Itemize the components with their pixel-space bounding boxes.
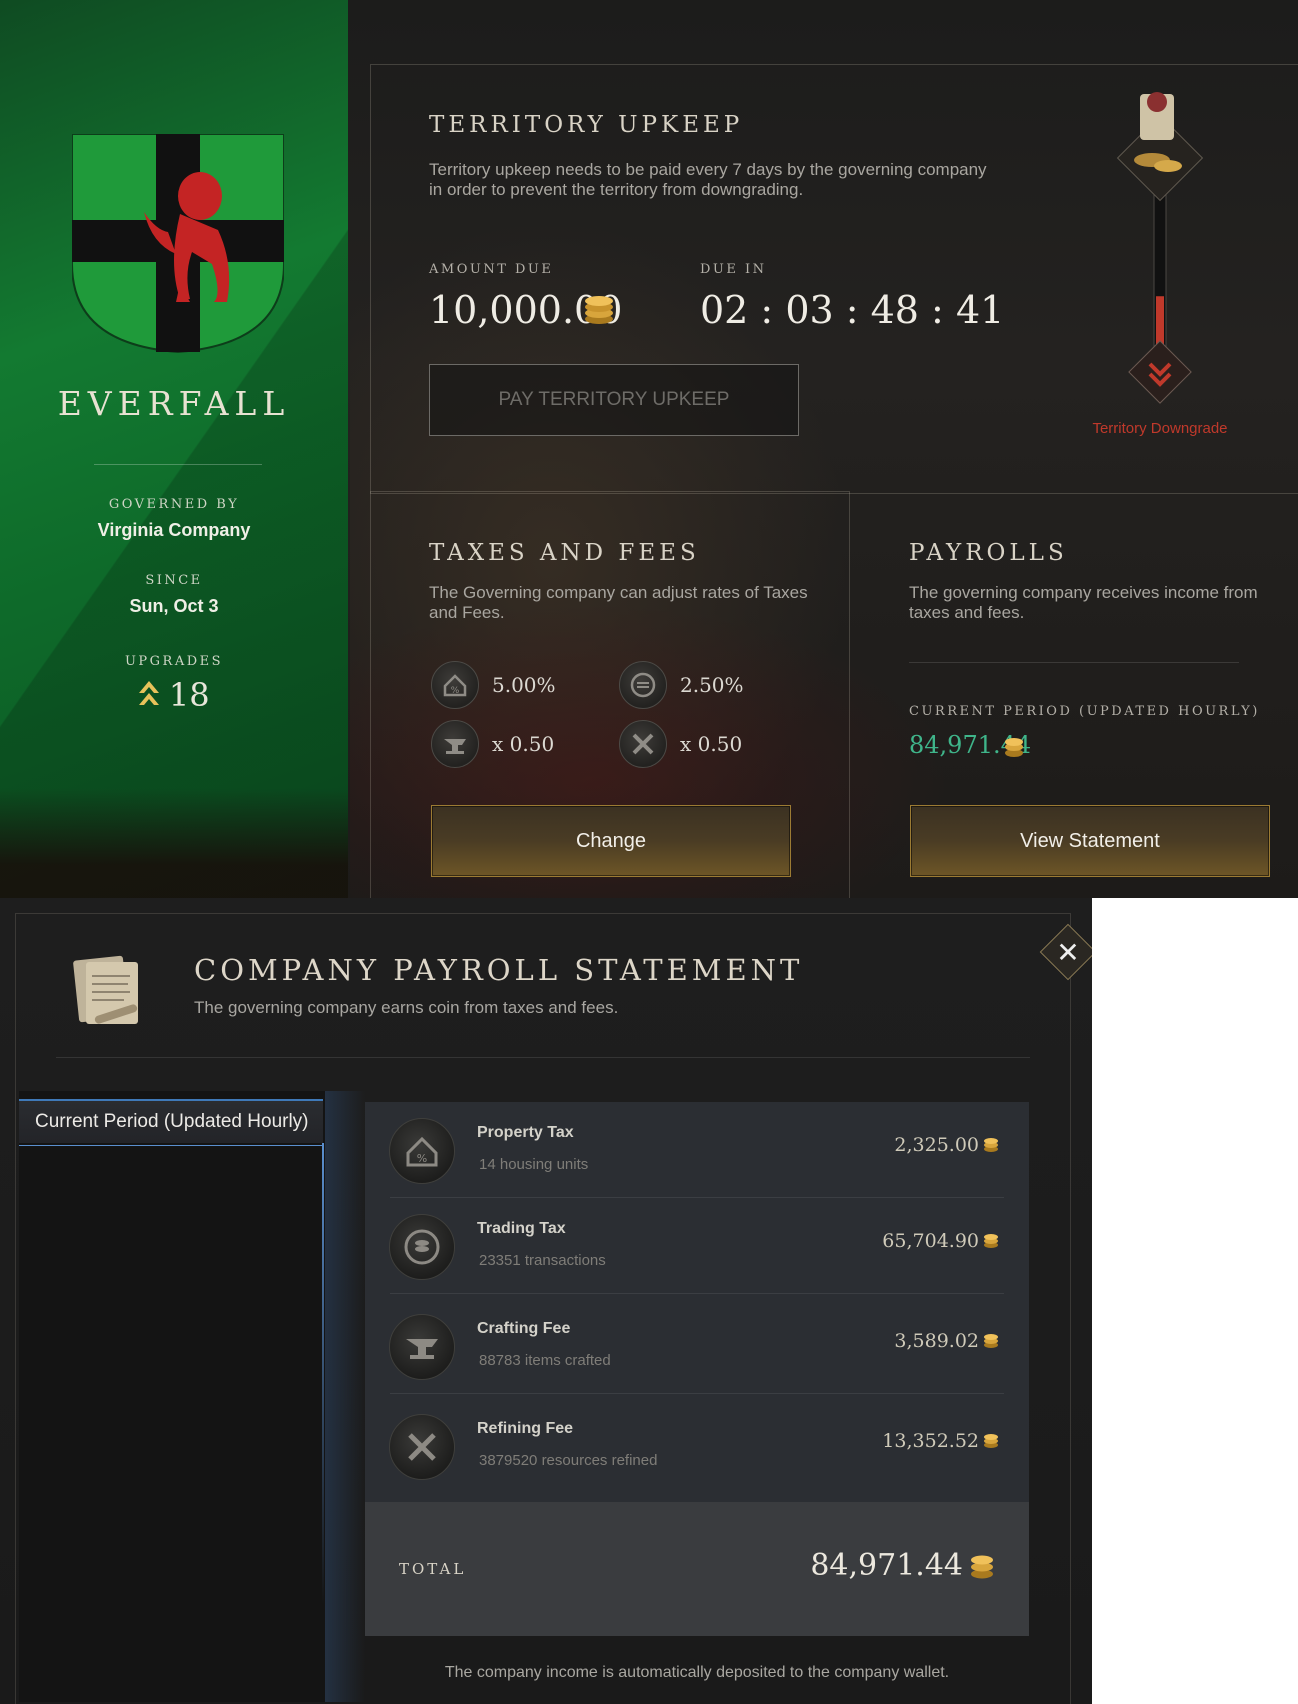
lion-crest-icon [72, 134, 284, 354]
since-date: Sun, Oct 3 [129, 596, 219, 616]
upkeep-title: TERRITORY UPKEEP [429, 112, 744, 138]
statement-title: COMPANY PAYROLL STATEMENT [194, 953, 804, 987]
upkeep-description: Territory upkeep needs to be paid every … [429, 160, 987, 199]
total-row: TOTAL 84,971.44 [365, 1502, 1029, 1636]
row-name: Trading Tax [477, 1220, 566, 1237]
due-in-label: DUE IN [700, 262, 767, 277]
banner-divider [94, 464, 262, 465]
list-item: Refining Fee 3879520 resources refined 1… [365, 1398, 1029, 1494]
payrolls-divider [909, 662, 1239, 663]
statement-subtitle: The governing company earns coin from ta… [194, 998, 619, 1017]
property-tax-icon: % [431, 661, 479, 709]
trading-tax-rate: 2.50% [680, 673, 744, 697]
crafting-fee-icon [431, 720, 479, 768]
list-item: Crafting Fee 88783 items crafted 3,589.0… [365, 1298, 1029, 1394]
coin-stack-icon [1005, 738, 1023, 757]
territory-overview-panel: EVERFALL GOVERNED BY Virginia Company SI… [0, 0, 1298, 898]
trade-coins-icon [389, 1214, 455, 1280]
taxes-description: The Governing company can adjust rates o… [429, 583, 808, 622]
refining-fee-rate: x 0.50 [680, 732, 743, 756]
statement-divider [56, 1057, 1030, 1058]
period-list [19, 1091, 325, 1702]
refining-fee-icon [619, 720, 667, 768]
row-amount: 3,589.02 [894, 1330, 999, 1352]
payrolls-description: The governing company receives income fr… [909, 583, 1258, 622]
coin-stack-icon [585, 296, 613, 324]
coin-stack-icon [971, 1555, 993, 1578]
row-detail: 23351 transactions [479, 1252, 606, 1269]
close-icon[interactable]: ✕ [1048, 932, 1088, 972]
row-detail: 88783 items crafted [479, 1352, 611, 1369]
governing-company: Virginia Company [97, 520, 251, 540]
taxes-title: TAXES AND FEES [429, 540, 700, 566]
governed-by-label: GOVERNED BY [108, 497, 240, 512]
change-button[interactable]: Change [431, 805, 791, 877]
current-period-label: CURRENT PERIOD (UPDATED HOURLY) [909, 704, 1260, 719]
list-item: Trading Tax 23351 transactions 65,704.90 [365, 1198, 1029, 1294]
payrolls-title: PAYROLLS [909, 540, 1068, 566]
anvil-icon [389, 1314, 455, 1380]
scroll-document-icon [73, 955, 138, 1024]
payroll-statement-dialog: COMPANY PAYROLL STATEMENT The governing … [0, 898, 1092, 1704]
total-label: TOTAL [399, 1560, 467, 1578]
pay-territory-upkeep-button[interactable]: PAY TERRITORY UPKEEP [429, 364, 799, 436]
svg-text:%: % [417, 1152, 427, 1165]
property-tax-rate: 5.00% [492, 673, 556, 697]
row-name: Crafting Fee [477, 1320, 571, 1337]
hammer-pick-icon [389, 1414, 455, 1480]
amount-due-label: AMOUNT DUE [429, 262, 554, 277]
row-detail: 3879520 resources refined [479, 1452, 658, 1469]
list-item: % Property Tax 14 housing units 2,325.00 [365, 1102, 1029, 1198]
row-detail: 14 housing units [479, 1156, 589, 1173]
downgrade-meter [1116, 92, 1204, 404]
upgrades-count: 18 [168, 676, 210, 714]
coin-icon [984, 1434, 998, 1448]
territory-name: EVERFALL [57, 384, 291, 423]
row-name: Property Tax [477, 1124, 574, 1141]
since-label: SINCE [145, 573, 203, 588]
upgrades-label: UPGRADES [124, 654, 224, 669]
coin-icon [984, 1334, 998, 1348]
upgrade-chevron-icon [139, 681, 160, 705]
crafting-fee-rate: x 0.50 [492, 732, 555, 756]
trading-tax-icon [619, 661, 667, 709]
svg-text:%: % [451, 686, 460, 696]
coin-icon [984, 1234, 998, 1248]
row-amount: 13,352.52 [882, 1430, 999, 1452]
footer-note: The company income is automatically depo… [444, 1664, 950, 1681]
total-amount: 84,971.44 [810, 1548, 995, 1583]
statement-rows: % Property Tax 14 housing units 2,325.00… [365, 1102, 1029, 1502]
house-icon: % [389, 1118, 455, 1184]
row-amount: 65,704.90 [882, 1230, 999, 1252]
tab-current-period[interactable]: Current Period (Updated Hourly) [19, 1099, 323, 1143]
coin-icon [984, 1138, 998, 1152]
territory-downgrade-label: Territory Downgrade [1092, 420, 1228, 437]
row-name: Refining Fee [477, 1420, 574, 1437]
due-in-timer: 02 : 03 : 48 : 41 [700, 288, 1005, 332]
view-statement-button[interactable]: View Statement [910, 805, 1270, 877]
row-amount: 2,325.00 [894, 1134, 999, 1156]
